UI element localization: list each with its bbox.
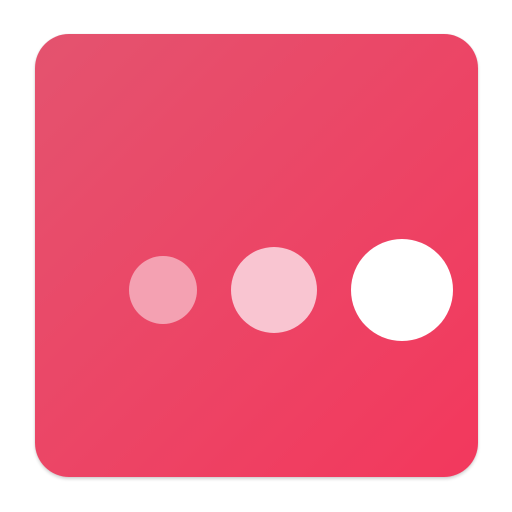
- dot-small-icon: [129, 256, 197, 324]
- canvas: [0, 0, 512, 512]
- dot-large-icon: [351, 239, 453, 341]
- dot-medium-icon: [231, 247, 317, 333]
- app-icon-tile: [35, 34, 478, 477]
